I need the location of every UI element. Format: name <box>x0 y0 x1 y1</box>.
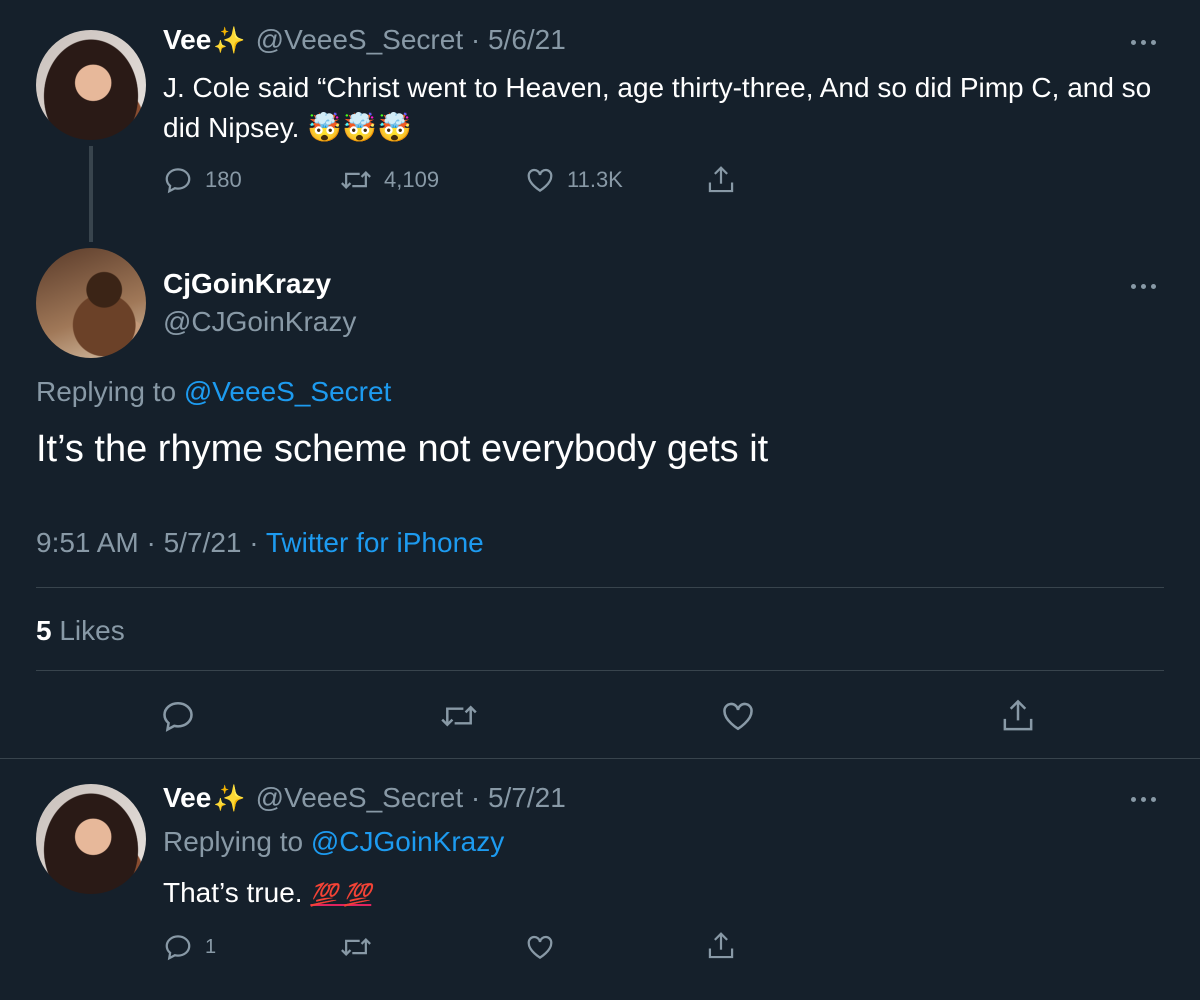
heart-icon <box>723 702 753 731</box>
like-button[interactable]: 11.3K <box>525 165 623 195</box>
reply-icon <box>163 701 193 732</box>
heart-icon <box>527 168 553 192</box>
author-handle-date[interactable]: @VeeeS_Secret · 5/7/21 <box>256 782 566 814</box>
thread-line <box>89 146 93 242</box>
replying-to: Replying to @CJGoinKrazy <box>163 826 505 857</box>
tweet-source-link[interactable]: Twitter for iPhone <box>266 527 484 558</box>
share-button[interactable] <box>706 930 736 962</box>
like-count: 11.3K <box>567 167 623 192</box>
author-name[interactable]: CjGoinKrazy <box>163 268 331 300</box>
reply-button[interactable] <box>160 698 196 734</box>
more-icon[interactable] <box>1131 284 1156 289</box>
divider <box>36 587 1164 588</box>
reply-button[interactable]: 1 <box>163 932 216 962</box>
sparkle-emoji: ✨ <box>213 25 246 55</box>
reply-button[interactable]: 180 <box>163 165 242 195</box>
avatar[interactable] <box>36 30 146 140</box>
divider <box>36 670 1164 671</box>
share-button[interactable] <box>1000 697 1036 735</box>
share-icon <box>708 166 734 193</box>
share-icon <box>1003 699 1033 731</box>
share-button[interactable] <box>706 164 736 196</box>
retweet-icon <box>441 705 477 727</box>
mind-blown-emoji: 🤯🤯🤯 <box>307 112 412 143</box>
retweet-button[interactable] <box>340 932 372 962</box>
likes-summary[interactable]: 5 Likes <box>36 615 125 647</box>
author-name[interactable]: Vee <box>163 782 211 814</box>
reply-icon <box>165 168 191 194</box>
retweet-button[interactable]: 4,109 <box>340 165 439 195</box>
like-button[interactable] <box>525 932 555 962</box>
like-button[interactable] <box>720 698 756 734</box>
retweet-count: 4,109 <box>384 167 440 192</box>
replying-handle-link[interactable]: @CJGoinKrazy <box>311 826 504 857</box>
more-icon[interactable] <box>1131 797 1156 802</box>
retweet-icon <box>341 938 371 956</box>
author-name[interactable]: Vee <box>163 24 211 56</box>
hundred-emoji: 💯 💯 <box>310 882 372 907</box>
author-handle[interactable]: @CJGoinKrazy <box>163 306 356 338</box>
replying-to: Replying to @VeeeS_Secret <box>36 376 392 407</box>
author-handle-date[interactable]: @VeeeS_Secret · 5/6/21 <box>256 24 566 56</box>
reply-count: 180 <box>205 167 242 192</box>
retweet-button[interactable] <box>440 698 478 734</box>
reply-icon <box>165 935 191 961</box>
share-icon <box>708 932 734 959</box>
tweet-timestamp: 9:51 AM · 5/7/21 · Twitter for iPhone <box>36 527 484 558</box>
tweet-text: It’s the rhyme scheme not everybody gets… <box>36 428 769 470</box>
heart-icon <box>527 935 553 959</box>
tweet-text: J. Cole said “Christ went to Heaven, age… <box>163 72 1152 143</box>
sparkle-emoji: ✨ <box>213 783 246 813</box>
avatar[interactable] <box>36 248 146 358</box>
replying-handle-link[interactable]: @VeeeS_Secret <box>184 376 391 407</box>
avatar[interactable] <box>36 784 146 894</box>
tweet-text: That’s true. 💯 💯 <box>163 877 372 908</box>
more-icon[interactable] <box>1131 40 1156 45</box>
reply-count: 1 <box>205 935 217 958</box>
retweet-icon <box>341 171 371 189</box>
divider <box>0 758 1200 759</box>
